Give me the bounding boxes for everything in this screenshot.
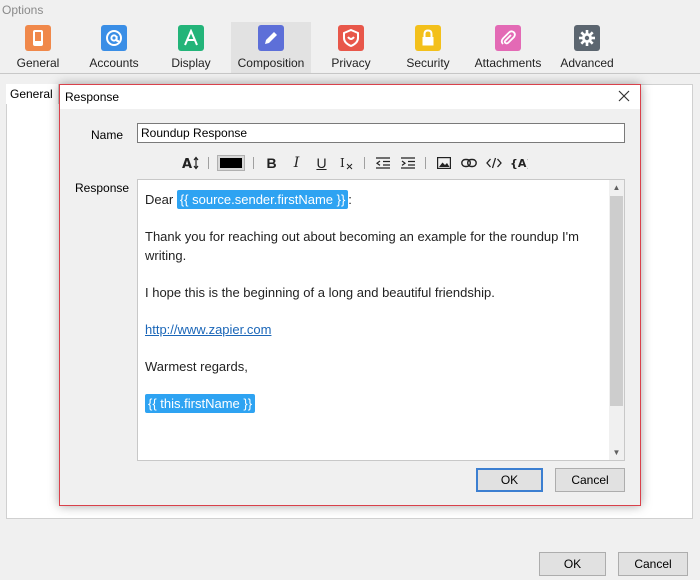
image-icon[interactable] (431, 152, 456, 174)
response-editor[interactable]: Dear {{ source.sender.firstName }}: Than… (137, 179, 625, 461)
name-field[interactable]: Roundup Response (137, 123, 625, 143)
toolbar-security[interactable]: Security (388, 22, 468, 73)
formatting-toolbar: A B I U I {A} (178, 152, 531, 174)
toolbar-composition[interactable]: Composition (231, 22, 311, 73)
link-icon[interactable] (456, 152, 481, 174)
toolbar-separator (253, 157, 254, 169)
code-icon[interactable] (481, 152, 506, 174)
signature-token[interactable]: {{ this.firstName }} (145, 394, 256, 413)
scroll-down-icon[interactable]: ▼ (609, 445, 624, 460)
font-size-icon[interactable]: A (178, 152, 203, 174)
gear-icon (574, 25, 600, 51)
greeting-line: Dear {{ source.sender.firstName }}: (145, 190, 605, 209)
toolbar-general[interactable]: General (0, 22, 78, 73)
toolbar-divider (0, 73, 700, 74)
toolbar-attachments[interactable]: Attachments (468, 22, 548, 73)
toolbar-label: Composition (237, 56, 305, 70)
close-icon[interactable] (616, 87, 632, 105)
italic-icon[interactable]: I (284, 152, 309, 174)
closing-line: Warmest regards, (145, 359, 248, 374)
underline-icon[interactable]: U (309, 152, 334, 174)
outdent-icon[interactable] (370, 152, 395, 174)
pencil-icon (258, 25, 284, 51)
toolbar-advanced[interactable]: Advanced (547, 22, 627, 73)
toolbar-separator (208, 157, 209, 169)
response-label: Response (75, 181, 130, 195)
paperclip-icon (495, 25, 521, 51)
toolbar-label: Display (171, 56, 211, 70)
dialog-titlebar: Response (60, 85, 640, 109)
clear-format-icon[interactable]: I (334, 152, 359, 174)
toolbar-privacy[interactable]: Privacy (311, 22, 391, 73)
dialog-cancel-button[interactable]: Cancel (555, 468, 625, 492)
sender-token[interactable]: {{ source.sender.firstName }} (176, 190, 349, 209)
toolbar-accounts[interactable]: Accounts (74, 22, 154, 73)
name-label: Name (91, 128, 124, 142)
shield-icon (338, 25, 364, 51)
subtab-general[interactable]: General (6, 84, 59, 104)
toolbar-display[interactable]: Display (151, 22, 231, 73)
indent-icon[interactable] (395, 152, 420, 174)
options-cancel-button[interactable]: Cancel (618, 552, 688, 576)
sender-token-text: {{ source.sender.firstName }} (179, 192, 346, 207)
greeting-text: Dear (145, 192, 174, 207)
options-toolbar: General Accounts Display Composition Pri… (0, 22, 700, 73)
svg-text:A: A (182, 157, 192, 170)
signature-token-text: {{ this.firstName }} (148, 396, 253, 411)
phone-icon (25, 25, 51, 51)
paragraph-1: Thank you for reaching out about becomin… (145, 229, 579, 263)
dialog-title: Response (65, 90, 120, 104)
toolbar-label: Accounts (89, 56, 139, 70)
text-color-button[interactable] (214, 152, 248, 174)
at-sign-icon (101, 25, 127, 51)
window-title: Options (2, 3, 44, 17)
toolbar-label: Privacy (331, 56, 371, 70)
scroll-thumb[interactable] (610, 196, 623, 406)
signature-line: {{ this.firstName }} (145, 394, 605, 413)
toolbar-separator (425, 157, 426, 169)
toolbar-label: Advanced (560, 56, 614, 70)
paragraph-2: I hope this is the beginning of a long a… (145, 285, 495, 300)
link-line: http://www.zapier.com (145, 320, 605, 339)
editor-content[interactable]: Dear {{ source.sender.firstName }}: Than… (145, 190, 605, 431)
toolbar-label: Attachments (474, 56, 542, 70)
letter-a-icon (178, 25, 204, 51)
text-color-swatch (217, 155, 245, 171)
variable-icon[interactable]: {A} (506, 152, 531, 174)
response-dialog: Response Name Roundup Response A B I U I (59, 84, 641, 506)
toolbar-separator (364, 157, 365, 169)
svg-text:{A}: {A} (510, 157, 528, 170)
dialog-ok-button[interactable]: OK (476, 468, 543, 492)
options-ok-button[interactable]: OK (539, 552, 606, 576)
svg-text:I: I (340, 156, 345, 170)
lock-icon (415, 25, 441, 51)
bold-icon[interactable]: B (259, 152, 284, 174)
scroll-up-icon[interactable]: ▲ (609, 180, 624, 195)
zapier-link[interactable]: http://www.zapier.com (145, 322, 271, 337)
toolbar-label: Security (406, 56, 450, 70)
greeting-punct: : (348, 192, 352, 207)
toolbar-label: General (16, 56, 60, 70)
editor-scrollbar[interactable]: ▲ ▼ (609, 180, 624, 460)
